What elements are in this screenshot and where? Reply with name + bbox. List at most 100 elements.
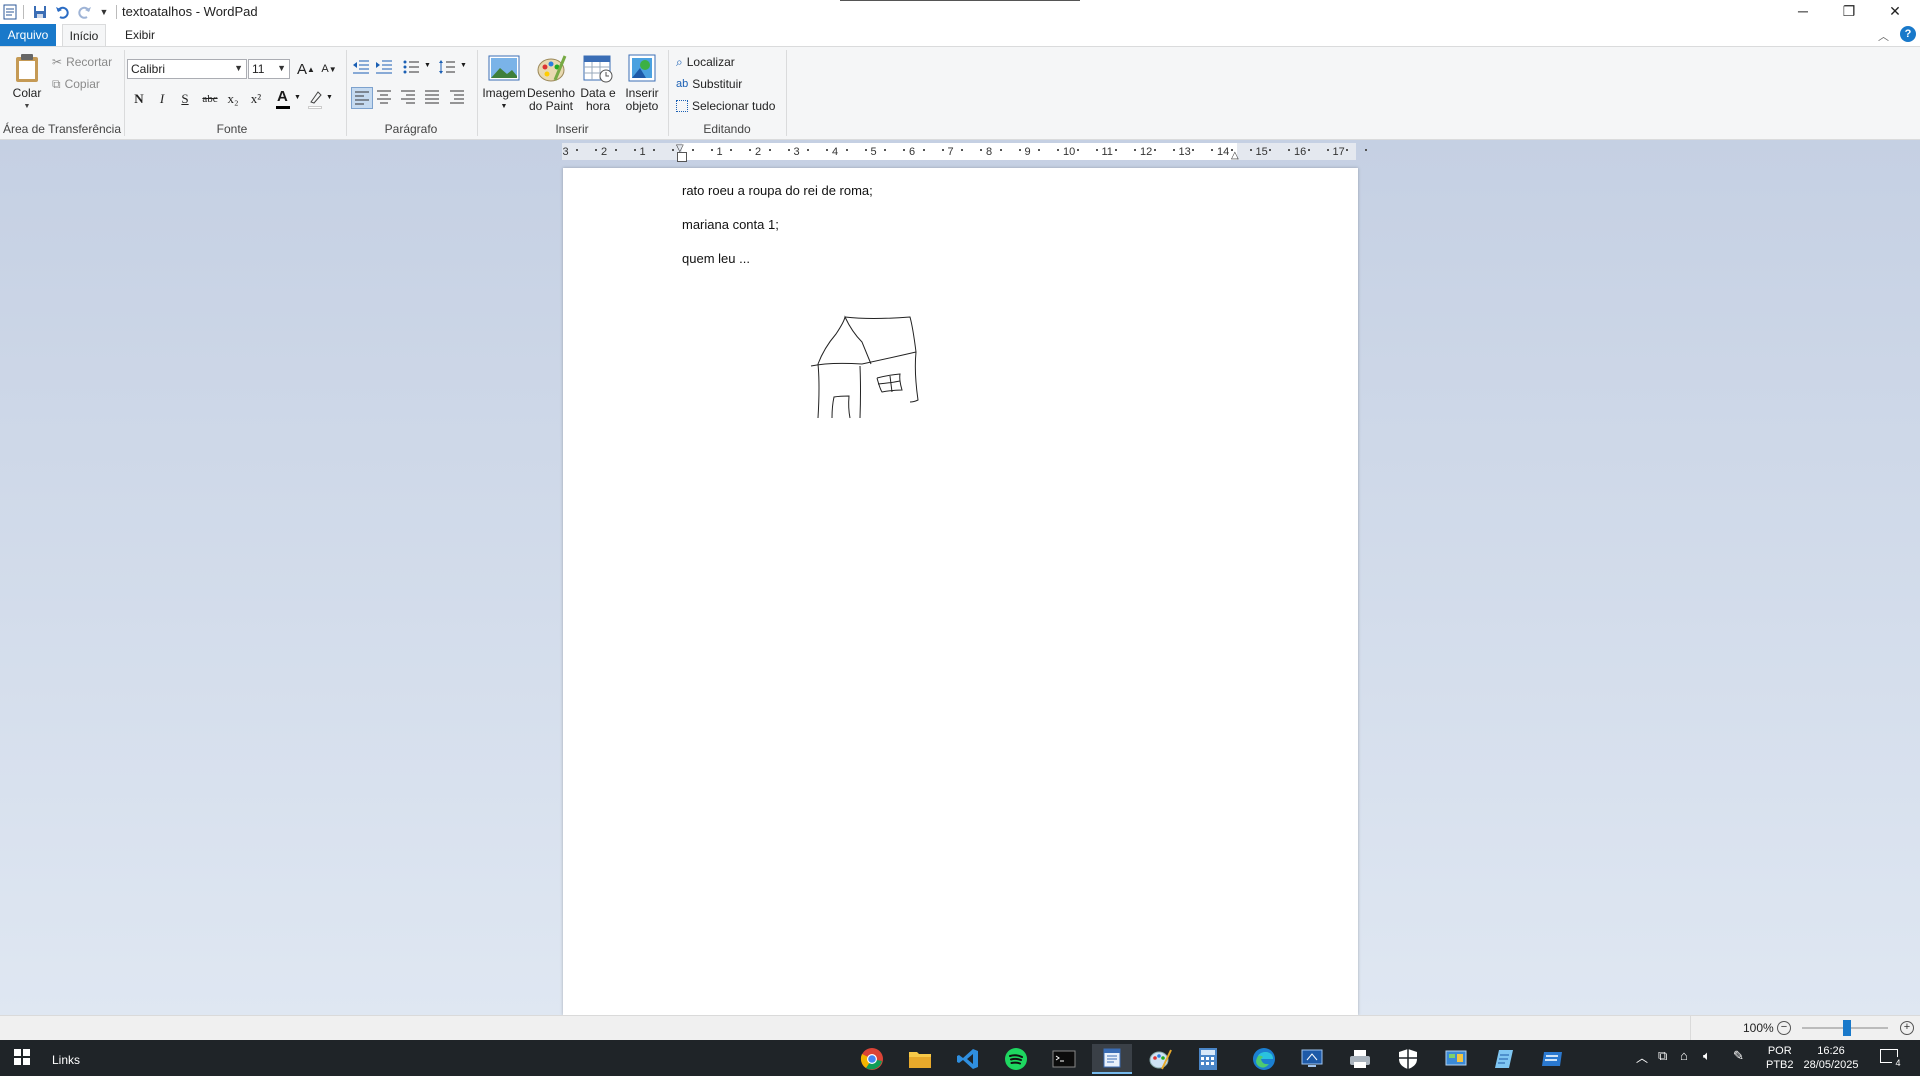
- customize-qat-chevron-icon[interactable]: ▼: [97, 2, 111, 22]
- line-spacing-chevron-icon[interactable]: ▼: [460, 62, 467, 69]
- subscript-button[interactable]: x₂: [222, 88, 244, 110]
- font-color-button[interactable]: A ▼: [274, 88, 304, 112]
- ruler-tick-mark: [1211, 149, 1214, 151]
- terminal-icon[interactable]: [1044, 1044, 1084, 1074]
- windows-start-icon[interactable]: [2, 1042, 42, 1072]
- close-button[interactable]: ✕: [1872, 0, 1918, 22]
- house-drawing-image[interactable]: [810, 310, 925, 422]
- italic-button[interactable]: I: [151, 88, 173, 110]
- edge-icon[interactable]: [1244, 1044, 1284, 1074]
- find-button[interactable]: ⌕ Localizar: [676, 52, 735, 72]
- clock[interactable]: 16:26 28/05/2025: [1800, 1044, 1862, 1072]
- tab-arquivo[interactable]: Arquivo: [0, 24, 56, 46]
- ruler-tick-mark: [845, 149, 848, 151]
- file-explorer-icon[interactable]: [900, 1044, 940, 1074]
- qat-divider: [116, 5, 117, 19]
- replace-button[interactable]: ab Substituir: [676, 74, 742, 94]
- ruler-tick-mark: [1365, 149, 1368, 151]
- vscode-icon[interactable]: [948, 1044, 988, 1074]
- document-page[interactable]: [563, 168, 1358, 1015]
- insert-image-button[interactable]: Imagem ▼: [482, 52, 526, 113]
- justify-button[interactable]: [423, 88, 445, 110]
- minimize-button[interactable]: ─: [1780, 0, 1826, 22]
- pen-workspace-icon[interactable]: ✎: [1733, 1048, 1744, 1064]
- redo-icon[interactable]: [76, 2, 94, 22]
- highlight-color-swatch: [308, 106, 322, 109]
- bullets-chevron-icon[interactable]: ▼: [424, 62, 431, 69]
- help-icon[interactable]: ?: [1900, 26, 1916, 42]
- document-line[interactable]: rato roeu a roupa do rei de roma;: [682, 183, 873, 198]
- right-indent-marker-icon[interactable]: △: [1231, 150, 1239, 161]
- font-color-chevron-icon[interactable]: ▼: [294, 94, 301, 101]
- minimize-ribbon-chevron-icon[interactable]: ︿: [1878, 28, 1889, 44]
- align-left-button[interactable]: [351, 87, 373, 109]
- zoom-slider-thumb[interactable]: [1843, 1020, 1851, 1036]
- zoom-in-button[interactable]: +: [1900, 1021, 1914, 1035]
- printer-app-icon[interactable]: [1340, 1044, 1380, 1074]
- tab-exibir[interactable]: Exibir: [118, 24, 162, 46]
- app-window-icon[interactable]: [1532, 1044, 1572, 1074]
- highlight-color-chevron-icon[interactable]: ▼: [326, 94, 333, 101]
- paint-icon[interactable]: [1140, 1044, 1180, 1074]
- document-line[interactable]: mariana conta 1;: [682, 217, 779, 232]
- chrome-icon[interactable]: [852, 1044, 892, 1074]
- align-center-button[interactable]: [375, 88, 397, 110]
- superscript-button[interactable]: x²: [245, 88, 267, 110]
- zoom-out-button[interactable]: −: [1777, 1021, 1791, 1035]
- language-code: POR: [1767, 1045, 1792, 1057]
- document-line[interactable]: quem leu ...: [682, 251, 750, 266]
- windows-security-icon[interactable]: [1388, 1044, 1428, 1074]
- notepad-icon[interactable]: [1484, 1044, 1524, 1074]
- cut-button[interactable]: ✂ Recortar: [52, 52, 112, 72]
- spotify-icon[interactable]: [996, 1044, 1036, 1074]
- increase-indent-icon[interactable]: [375, 58, 397, 80]
- line-spacing-button[interactable]: ▼: [438, 58, 468, 80]
- shrink-font-button[interactable]: A ▼: [318, 58, 340, 80]
- font-size-select[interactable]: 11 ▼: [248, 59, 290, 79]
- ruler-tick-mark: [1134, 149, 1137, 151]
- font-family-select[interactable]: Calibri ▼: [127, 59, 247, 79]
- wordpad-taskbar-icon[interactable]: [1092, 1044, 1132, 1074]
- meet-now-icon[interactable]: ⧉: [1658, 1048, 1667, 1064]
- insert-object-button[interactable]: Inserir objeto: [620, 52, 664, 113]
- wordpad-app-icon[interactable]: [2, 2, 18, 22]
- scissors-icon: ✂: [52, 55, 63, 69]
- tab-inicio[interactable]: Início: [62, 24, 106, 46]
- copy-button[interactable]: ⧉ Copiar: [52, 74, 100, 94]
- paste-dropdown-chevron-icon[interactable]: ▼: [24, 100, 31, 113]
- left-indent-marker-icon[interactable]: [677, 152, 687, 162]
- highlight-color-button[interactable]: ▼: [306, 88, 336, 112]
- restore-button[interactable]: ❐: [1826, 0, 1872, 22]
- select-all-button[interactable]: Selecionar tudo: [676, 96, 775, 116]
- strikethrough-button[interactable]: abc: [199, 88, 221, 110]
- undo-icon[interactable]: [53, 2, 71, 22]
- control-panel-icon[interactable]: [1436, 1044, 1476, 1074]
- decrease-indent-icon[interactable]: [352, 58, 374, 80]
- font-size-value: 11: [252, 62, 265, 76]
- picture-icon: [488, 55, 520, 81]
- links-toolbar[interactable]: Links: [52, 1053, 80, 1067]
- grow-font-button[interactable]: A ▲: [295, 58, 317, 80]
- image-chevron-icon[interactable]: ▼: [501, 100, 508, 113]
- remote-desktop-icon[interactable]: [1292, 1044, 1332, 1074]
- show-hidden-icons-chevron-icon[interactable]: ︿: [1636, 1049, 1648, 1066]
- volume-icon[interactable]: 🔈︎: [1703, 1048, 1711, 1064]
- ruler-tick-label: 5: [870, 146, 877, 158]
- align-right-icon: [401, 90, 415, 104]
- paste-button[interactable]: Colar ▼: [8, 52, 46, 113]
- ruler-tick-mark: [1153, 149, 1156, 151]
- object-label-line2: objeto: [625, 99, 659, 113]
- input-language-indicator[interactable]: POR PTB2: [1766, 1044, 1794, 1072]
- ruler-tick-mark: [1076, 149, 1079, 151]
- insert-paint-drawing-button[interactable]: Desenho do Paint: [527, 52, 575, 113]
- underline-button[interactable]: S: [174, 88, 196, 110]
- align-right-button[interactable]: [399, 88, 421, 110]
- calculator-icon[interactable]: [1188, 1044, 1228, 1074]
- save-icon[interactable]: [31, 2, 49, 22]
- insert-date-time-button[interactable]: Data e hora: [576, 52, 620, 113]
- bullet-list-button[interactable]: ▼: [402, 58, 432, 80]
- bold-button[interactable]: N: [128, 88, 150, 110]
- network-icon[interactable]: ⌂: [1680, 1048, 1688, 1063]
- object-icon: [628, 54, 656, 82]
- paragraph-settings-button[interactable]: [448, 88, 470, 110]
